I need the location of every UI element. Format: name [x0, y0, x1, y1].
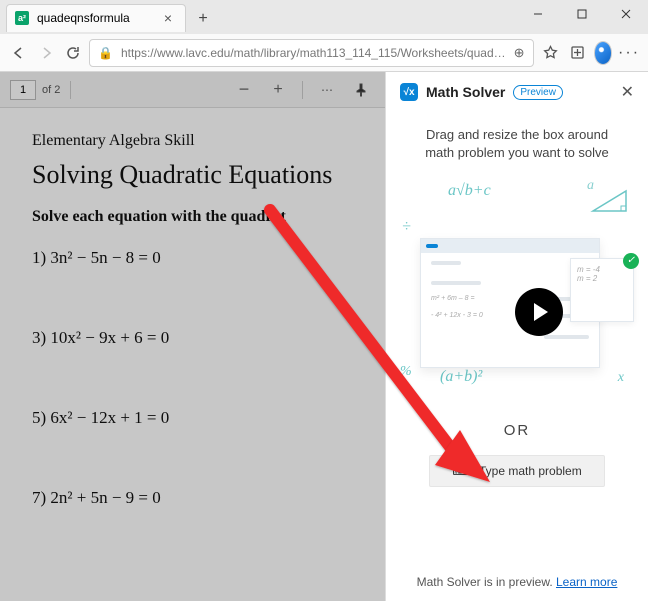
window-maximize-button[interactable] — [560, 0, 604, 28]
panel-title: Math Solver — [426, 84, 505, 100]
forward-button[interactable] — [35, 39, 56, 67]
window-close-button[interactable] — [604, 0, 648, 28]
back-button[interactable] — [8, 39, 29, 67]
doc-title: Solving Quadratic Equations — [32, 160, 385, 190]
decoration-percent-icon: % — [400, 364, 412, 380]
divider — [70, 81, 71, 99]
decoration-ab-icon: (a+b)² — [440, 368, 482, 386]
pdf-viewer: 1 of 2 − + ⋯ Elementary Algebra Skill So… — [0, 72, 385, 601]
type-btn-label: Type math problem — [479, 464, 582, 478]
tab-title: quadeqnsformula — [37, 11, 153, 25]
panel-close-button[interactable]: ✕ — [621, 82, 634, 102]
or-divider: OR — [386, 422, 648, 439]
decoration-x-icon: x — [618, 370, 624, 386]
tab-favicon-icon: a² — [15, 11, 29, 25]
content-area: 1 of 2 − + ⋯ Elementary Algebra Skill So… — [0, 72, 648, 601]
page-count-label: of 2 — [42, 84, 60, 96]
divider — [302, 81, 303, 99]
zoom-out-button[interactable]: − — [230, 76, 258, 104]
problem-1: 1) 3n² − 5n − 8 = 0 — [32, 248, 385, 268]
refresh-button[interactable] — [62, 39, 83, 67]
lock-icon: 🔒 — [98, 46, 113, 60]
math-solver-panel: √x Math Solver Preview ✕ Drag and resize… — [385, 72, 648, 601]
pdf-more-button[interactable]: ⋯ — [313, 76, 341, 104]
favorites-button[interactable] — [540, 39, 561, 67]
problem-7: 7) 2n² + 5n − 9 = 0 — [32, 488, 385, 508]
preview-badge: Preview — [513, 85, 563, 100]
new-tab-button[interactable]: + — [190, 6, 216, 32]
settings-menu-button[interactable]: ··· — [618, 39, 640, 67]
profile-avatar[interactable] — [594, 41, 613, 65]
math-solver-icon: √x — [400, 83, 418, 101]
window-controls — [516, 0, 648, 28]
doc-instructions: Solve each equation with the quadrat — [32, 208, 385, 226]
browser-toolbar: 🔒 https://www.lavc.edu/math/library/math… — [0, 34, 648, 72]
zoom-in-button[interactable]: + — [264, 76, 292, 104]
panel-footer: Math Solver is in preview. Learn more — [386, 565, 648, 601]
address-text: https://www.lavc.edu/math/library/math11… — [121, 46, 506, 60]
pdf-document: Elementary Algebra Skill Solving Quadrat… — [0, 108, 385, 508]
problem-5: 5) 6x² − 12x + 1 = 0 — [32, 408, 385, 428]
learn-more-link[interactable]: Learn more — [556, 575, 617, 589]
type-math-problem-button[interactable]: ⌨ Type math problem — [429, 455, 605, 487]
checkmark-icon: ✓ — [623, 253, 639, 269]
panel-header: √x Math Solver Preview ✕ — [386, 72, 648, 106]
window-minimize-button[interactable] — [516, 0, 560, 28]
tab-strip: a² quadeqnsformula × + — [0, 0, 216, 32]
collections-button[interactable] — [567, 39, 588, 67]
pdf-toolbar: 1 of 2 − + ⋯ — [0, 72, 385, 108]
browser-tab[interactable]: a² quadeqnsformula × — [6, 4, 186, 32]
panel-instructions: Drag and resize the box around math prob… — [386, 106, 648, 172]
panel-illustration: a√b+c ÷ a (a+b)² % x m² + 6m – 8 = - 4² … — [400, 178, 634, 388]
address-bar[interactable]: 🔒 https://www.lavc.edu/math/library/math… — [89, 39, 534, 67]
window-titlebar: a² quadeqnsformula × + — [0, 0, 648, 34]
decoration-root-icon: a√b+c — [448, 182, 491, 200]
pin-toolbar-button[interactable] — [347, 76, 375, 104]
problem-3: 3) 10x² − 9x + 6 = 0 — [32, 328, 385, 348]
tab-close-icon[interactable]: × — [161, 10, 175, 26]
decoration-triangle-icon — [590, 188, 630, 218]
page-number-input[interactable]: 1 — [10, 80, 36, 100]
decoration-divide-icon: ÷ — [402, 218, 411, 236]
keyboard-icon: ⌨ — [452, 463, 471, 479]
illustration-result-card: ✓ m = -4 m = 2 — [570, 258, 634, 322]
zoom-indicator-icon[interactable]: ⊕ — [514, 45, 525, 61]
doc-subtitle: Elementary Algebra Skill — [32, 132, 385, 150]
